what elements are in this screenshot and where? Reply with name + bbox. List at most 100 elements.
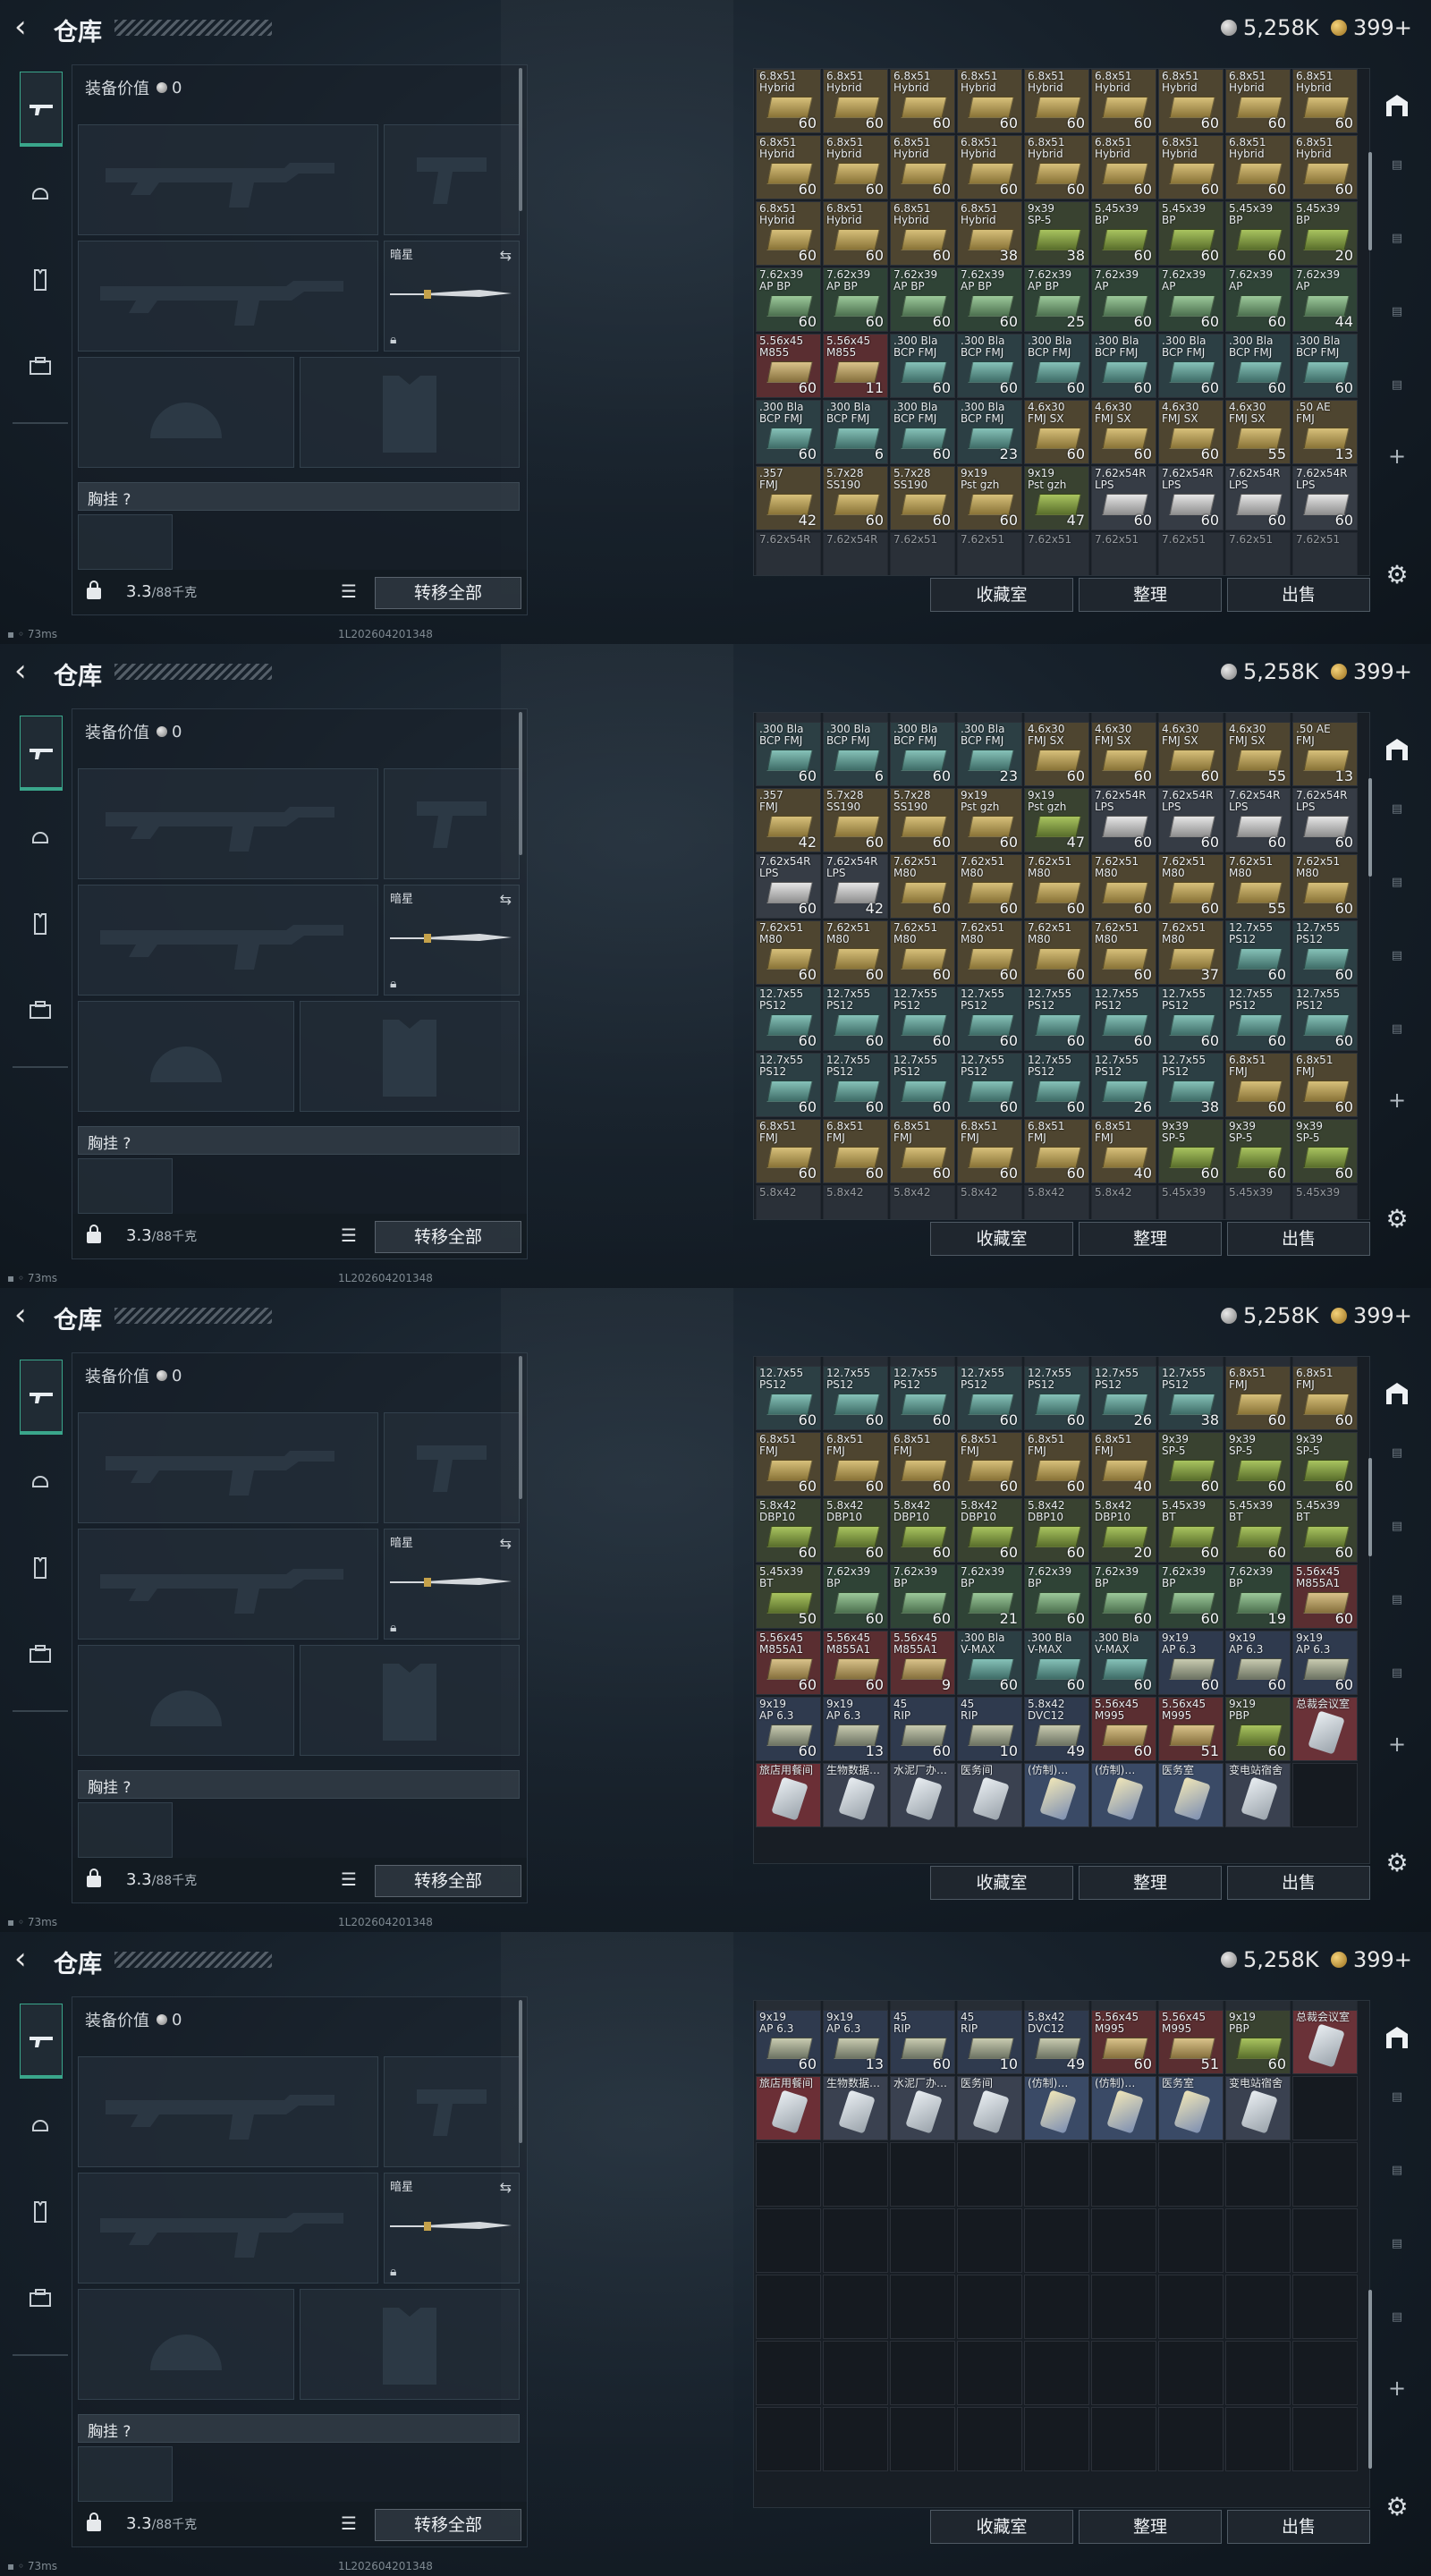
back-arrow-icon[interactable]: ‹: [14, 656, 39, 686]
stash-item[interactable]: 6.8x51 Hybrid 60: [957, 69, 1022, 133]
stash-item[interactable]: 7.62x54R LPS 60: [1225, 788, 1291, 852]
backpack-icon[interactable]: [20, 1633, 61, 1674]
stash-item[interactable]: 变电站宿舍: [1225, 2076, 1291, 2140]
stash-item[interactable]: 6.8x51 Hybrid 60: [890, 201, 955, 266]
stash-cell-partial[interactable]: 7.62x51: [890, 532, 955, 575]
stash-item[interactable]: 5.45x39 BT 60: [1292, 1498, 1358, 1563]
stash-item[interactable]: 6.8x51 FMJ 40: [1091, 1119, 1156, 1183]
stash-item[interactable]: 6.8x51 FMJ 40: [1091, 1432, 1156, 1496]
stash-item[interactable]: 12.7x55 PS12 60: [890, 1053, 955, 1117]
stash-cell-empty[interactable]: [890, 2341, 955, 2405]
equipment-scrollbar[interactable]: [519, 712, 522, 855]
storage-tab-icon[interactable]: ▤: [1377, 1508, 1417, 1544]
backpack-icon[interactable]: [20, 345, 61, 386]
stash-item[interactable]: 7.62x39 BP 60: [1158, 1564, 1224, 1629]
rifle-icon[interactable]: [20, 1360, 63, 1435]
stash-item[interactable]: 7.62x54R LPS 60: [756, 854, 821, 919]
settings-gear-icon[interactable]: ⚙: [1377, 1200, 1417, 1236]
stash-item[interactable]: 5.7x28 SS190 60: [890, 466, 955, 530]
stash-item[interactable]: 6.8x51 FMJ 60: [890, 1432, 955, 1496]
stash-cell-empty[interactable]: [756, 2407, 821, 2471]
armor-slot[interactable]: [300, 2289, 520, 2400]
stash-item[interactable]: 医务室: [1158, 2076, 1224, 2140]
stash-cell-empty[interactable]: [1158, 2275, 1224, 2339]
stash-item[interactable]: 6.8x51 Hybrid 60: [1225, 69, 1291, 133]
stash-item[interactable]: .300 Bla BCP FMJ 60: [890, 334, 955, 398]
stash-item[interactable]: 6.8x51 Hybrid 60: [1091, 135, 1156, 199]
gold-currency[interactable]: 399+: [1331, 1946, 1412, 1973]
stash-item[interactable]: 5.7x28 SS190 60: [823, 466, 888, 530]
stash-cell-empty[interactable]: [1225, 2142, 1291, 2207]
stash-item[interactable]: 生物数据…: [823, 1763, 888, 1827]
armor-slot[interactable]: [300, 357, 520, 468]
sell-button[interactable]: 出售: [1227, 1866, 1370, 1900]
stash-item[interactable]: 7.62x39 AP BP 60: [756, 267, 821, 332]
stash-item[interactable]: .300 Bla BCP FMJ 60: [756, 400, 821, 464]
stash-cell-partial[interactable]: 7.62x51: [1292, 532, 1358, 575]
stash-item[interactable]: 9x19 AP 6.3 60: [1158, 1631, 1224, 1695]
helmet-icon[interactable]: [20, 2104, 61, 2145]
stash-item[interactable]: 7.62x39 AP 60: [1158, 267, 1224, 332]
stash-cell-empty[interactable]: [1091, 2275, 1156, 2339]
stash-cell-empty[interactable]: [1158, 2142, 1224, 2207]
vest-icon[interactable]: [20, 259, 61, 301]
helmet-slot[interactable]: [78, 1645, 294, 1756]
stash-item[interactable]: 9x39 SP-5 60: [1225, 1432, 1291, 1496]
stash-item[interactable]: 5.56x45 M995 60: [1091, 2010, 1156, 2074]
stash-item[interactable]: (仿制)…: [1024, 1763, 1089, 1827]
sell-button[interactable]: 出售: [1227, 1222, 1370, 1256]
stash-item[interactable]: 7.62x51 M80 60: [1091, 920, 1156, 985]
stash-item[interactable]: 45 RIP 60: [890, 1697, 955, 1761]
help-icon[interactable]: ?: [123, 1779, 131, 1797]
stash-item[interactable]: 6.8x51 Hybrid 60: [890, 135, 955, 199]
stash-item[interactable]: 9x19 Pst gzh 47: [1024, 788, 1089, 852]
stash-item[interactable]: 6.8x51 Hybrid 60: [756, 135, 821, 199]
stash-cell-empty[interactable]: [890, 2208, 955, 2273]
stash-cell-empty[interactable]: [1292, 2208, 1358, 2273]
stash-item[interactable]: .300 Bla BCP FMJ 60: [1292, 334, 1358, 398]
storage-tab-icon[interactable]: ▤: [1377, 2079, 1417, 2114]
gold-currency[interactable]: 399+: [1331, 658, 1412, 685]
list-icon[interactable]: ☰: [341, 2512, 357, 2534]
stash-item[interactable]: 5.8x42 DVC12 49: [1024, 2010, 1089, 2074]
list-icon[interactable]: ☰: [341, 1868, 357, 1890]
stash-item[interactable]: 7.62x54R LPS 60: [1292, 466, 1358, 530]
stash-item[interactable]: 12.7x55 PS12 60: [957, 1053, 1022, 1117]
collection-room-button[interactable]: 收藏室: [930, 578, 1073, 612]
stash-item[interactable]: 7.62x39 AP BP 60: [957, 267, 1022, 332]
stash-cell-partial[interactable]: 5.8x42: [756, 1185, 821, 1219]
stash-cell-partial[interactable]: 5.8x42: [1024, 1185, 1089, 1219]
pistol-slot[interactable]: [384, 1412, 520, 1523]
stash-item[interactable]: 6.8x51 FMJ 60: [1225, 1053, 1291, 1117]
stash-item[interactable]: 5.56x45 M995 51: [1158, 1697, 1224, 1761]
stash-item[interactable]: 4.6x30 FMJ SX 55: [1225, 400, 1291, 464]
stash-cell-empty[interactable]: [1292, 1763, 1358, 1827]
transfer-all-button[interactable]: 转移全部: [375, 577, 521, 609]
storage-tab-icon[interactable]: ▤: [1377, 293, 1417, 329]
primary-weapon-slot[interactable]: [78, 768, 378, 879]
stash-item[interactable]: 45 RIP 60: [890, 2010, 955, 2074]
stash-item[interactable]: 5.45x39 BP 60: [1091, 201, 1156, 266]
stash-item[interactable]: 45 RIP 10: [957, 2010, 1022, 2074]
stash-cell-empty[interactable]: [1225, 2407, 1291, 2471]
storage-tab-icon[interactable]: ▤: [1377, 791, 1417, 826]
stash-item[interactable]: 12.7x55 PS12 60: [1158, 987, 1224, 1051]
stash-cell-empty[interactable]: [1158, 2407, 1224, 2471]
stash-item[interactable]: 5.8x42 DBP10 60: [823, 1498, 888, 1563]
equipment-scrollbar[interactable]: [519, 68, 522, 211]
stash-item[interactable]: 9x39 SP-5 38: [1024, 201, 1089, 266]
stash-item[interactable]: 4.6x30 FMJ SX 60: [1158, 400, 1224, 464]
stash-item[interactable]: 7.62x54R LPS 42: [823, 854, 888, 919]
stash-cell-empty[interactable]: [1292, 2076, 1358, 2140]
transfer-all-button[interactable]: 转移全部: [375, 1221, 521, 1253]
melee-slot[interactable]: 暗星 ⇆ 🔒︎: [384, 1529, 520, 1640]
stash-item[interactable]: 总裁会议室: [1292, 1697, 1358, 1761]
stash-item[interactable]: 7.62x54R LPS 60: [1225, 466, 1291, 530]
stash-item[interactable]: 6.8x51 Hybrid 38: [957, 201, 1022, 266]
stash-item[interactable]: 7.62x51 M80 60: [890, 854, 955, 919]
stash-item[interactable]: 7.62x51 M80 60: [957, 920, 1022, 985]
pistol-slot[interactable]: [384, 2056, 520, 2167]
secondary-weapon-slot[interactable]: [78, 1529, 378, 1640]
stash-cell-empty[interactable]: [1024, 2341, 1089, 2405]
stash-item[interactable]: (仿制)…: [1024, 2076, 1089, 2140]
